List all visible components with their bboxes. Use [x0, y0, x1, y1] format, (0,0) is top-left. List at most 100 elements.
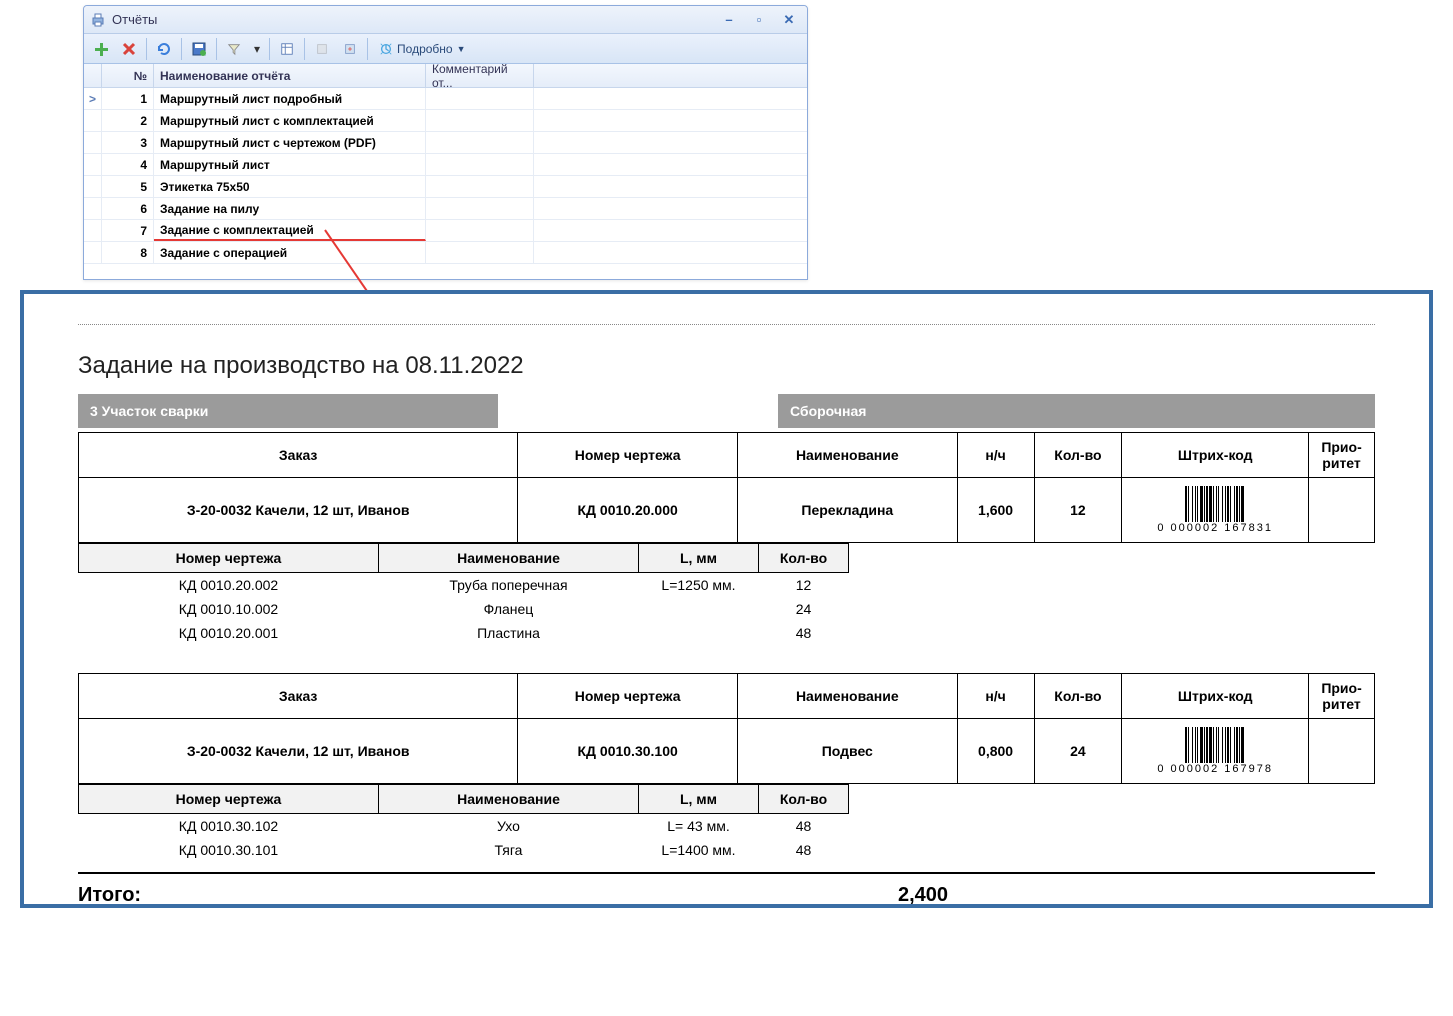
- columns-button[interactable]: [274, 37, 300, 61]
- row-name: Маршрутный лист подробный: [154, 88, 426, 109]
- component-row: КД 0010.30.101 Тяга L=1400 мм. 48: [79, 838, 849, 862]
- total-label: Итого:: [78, 884, 898, 907]
- row-num: 2: [102, 110, 154, 131]
- window-title: Отчёты: [112, 12, 157, 27]
- cell-sub-qty: 24: [759, 597, 849, 621]
- table-row[interactable]: 4Маршрутный лист: [84, 154, 807, 176]
- row-indicator: [84, 132, 102, 153]
- add-button[interactable]: [88, 37, 114, 61]
- export2-button[interactable]: [337, 37, 363, 61]
- export-button[interactable]: [309, 37, 335, 61]
- minimize-button[interactable]: –: [717, 11, 741, 29]
- cell-sub-l: L= 43 мм.: [639, 814, 759, 839]
- total-row: Итого: 2,400: [78, 872, 1375, 908]
- row-comment: [426, 220, 534, 241]
- job-data-row: З-20-0032 Качели, 12 шт, Иванов КД 0010.…: [79, 478, 1375, 543]
- row-comment: [426, 110, 534, 131]
- close-button[interactable]: ✕: [777, 11, 801, 29]
- th-nh: н/ч: [957, 433, 1034, 478]
- details-label: Подробно: [397, 42, 453, 56]
- component-row: КД 0010.20.001 Пластина 48: [79, 621, 849, 645]
- barcode-text: 0 000002 167978: [1157, 763, 1273, 775]
- table-row[interactable]: 8Задание с операцией: [84, 242, 807, 264]
- window-titlebar: Отчёты – ▫ ✕: [84, 6, 807, 34]
- table-row[interactable]: 7Задание с комплектацией: [84, 220, 807, 242]
- reports-window: Отчёты – ▫ ✕: [83, 5, 808, 280]
- cell-order: З-20-0032 Качели, 12 шт, Иванов: [79, 719, 518, 784]
- job-data-row: З-20-0032 Качели, 12 шт, Иванов КД 0010.…: [79, 719, 1375, 784]
- section-type: Сборочная: [778, 394, 1375, 428]
- cell-nh: 1,600: [957, 478, 1034, 543]
- row-num: 5: [102, 176, 154, 197]
- th-sub-name: Наименование: [379, 544, 639, 573]
- row-name: Маршрутный лист с чертежом (PDF): [154, 132, 426, 153]
- refresh-button[interactable]: [151, 37, 177, 61]
- details-dropdown[interactable]: Подробно ▼: [372, 37, 472, 61]
- cell-drawing: КД 0010.30.100: [518, 719, 738, 784]
- table-row[interactable]: 6Задание на пилу: [84, 198, 807, 220]
- th-sub-drawing: Номер чертежа: [79, 785, 379, 814]
- row-indicator: [84, 220, 102, 241]
- delete-button[interactable]: [116, 37, 142, 61]
- th-name: Наименование: [737, 433, 957, 478]
- section-workarea: 3 Участок сварки: [78, 394, 498, 428]
- cell-name: Подвес: [737, 719, 957, 784]
- th-nh: н/ч: [957, 674, 1034, 719]
- row-indicator: [84, 176, 102, 197]
- cell-barcode: 0 000002 167978: [1122, 719, 1309, 784]
- cell-sub-drawing: КД 0010.20.002: [79, 573, 379, 598]
- save-button[interactable]: [186, 37, 212, 61]
- th-qty: Кол-во: [1034, 433, 1122, 478]
- col-comment-header[interactable]: Комментарий от...: [426, 64, 534, 87]
- cell-qty: 12: [1034, 478, 1122, 543]
- th-name: Наименование: [737, 674, 957, 719]
- cell-nh: 0,800: [957, 719, 1034, 784]
- row-name: Этикетка 75х50: [154, 176, 426, 197]
- cell-sub-drawing: КД 0010.30.101: [79, 838, 379, 862]
- col-num-header[interactable]: №: [102, 64, 154, 87]
- filter-dropdown-button[interactable]: ▾: [249, 37, 265, 61]
- toolbar: ▾ Подробно ▼: [84, 34, 807, 64]
- maximize-button[interactable]: ▫: [747, 11, 771, 29]
- cell-sub-name: Пластина: [379, 621, 639, 645]
- grid-body: >1Маршрутный лист подробный2Маршрутный л…: [84, 88, 807, 264]
- filter-button[interactable]: [221, 37, 247, 61]
- table-row[interactable]: 2Маршрутный лист с комплектацией: [84, 110, 807, 132]
- col-name-header[interactable]: Наименование отчёта: [154, 64, 426, 87]
- row-num: 1: [102, 88, 154, 109]
- table-row[interactable]: >1Маршрутный лист подробный: [84, 88, 807, 110]
- th-barcode: Штрих-код: [1122, 674, 1309, 719]
- row-name: Задание с комплектацией: [154, 220, 426, 241]
- job-table: Заказ Номер чертежа Наименование н/ч Кол…: [78, 432, 1375, 543]
- barcode: 0 000002 167978: [1126, 725, 1304, 777]
- row-num: 3: [102, 132, 154, 153]
- cell-sub-l: [639, 621, 759, 645]
- th-qty: Кол-во: [1034, 674, 1122, 719]
- cell-sub-drawing: КД 0010.10.002: [79, 597, 379, 621]
- cell-prio: [1309, 719, 1375, 784]
- cell-order: З-20-0032 Качели, 12 шт, Иванов: [79, 478, 518, 543]
- row-comment: [426, 88, 534, 109]
- row-comment: [426, 242, 534, 263]
- th-drawing: Номер чертежа: [518, 433, 738, 478]
- barcode: 0 000002 167831: [1126, 484, 1304, 536]
- job-table: Заказ Номер чертежа Наименование н/ч Кол…: [78, 673, 1375, 784]
- th-prio: Прио-ритет: [1309, 433, 1375, 478]
- cell-sub-l: L=1250 мм.: [639, 573, 759, 598]
- row-name: Маршрутный лист: [154, 154, 426, 175]
- table-row[interactable]: 5Этикетка 75х50: [84, 176, 807, 198]
- row-comment: [426, 198, 534, 219]
- row-indicator: [84, 198, 102, 219]
- cell-sub-drawing: КД 0010.30.102: [79, 814, 379, 839]
- barcode-text: 0 000002 167831: [1157, 522, 1273, 534]
- th-drawing: Номер чертежа: [518, 674, 738, 719]
- cell-sub-name: Ухо: [379, 814, 639, 839]
- table-row[interactable]: 3Маршрутный лист с чертежом (PDF): [84, 132, 807, 154]
- print-preview: Задание на производство на 08.11.2022 3 …: [20, 290, 1433, 908]
- cell-sub-qty: 48: [759, 621, 849, 645]
- row-indicator: [84, 110, 102, 131]
- cell-sub-qty: 48: [759, 838, 849, 862]
- doc-date: 08.11.2022: [405, 352, 523, 379]
- row-indicator: [84, 154, 102, 175]
- th-sub-drawing: Номер чертежа: [79, 544, 379, 573]
